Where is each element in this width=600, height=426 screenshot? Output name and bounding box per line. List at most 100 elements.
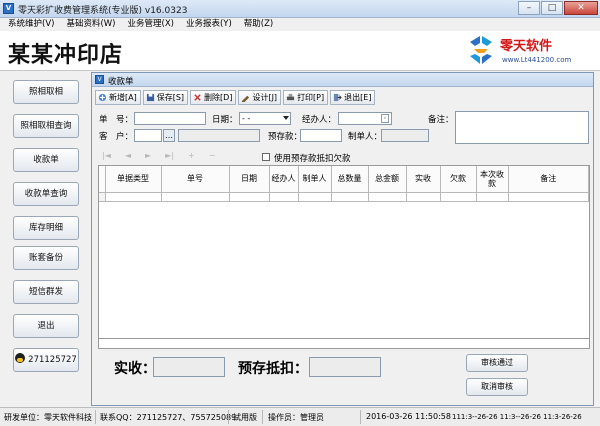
handler-label: 经办人： bbox=[302, 115, 337, 125]
form-toolbar: 新增[A] 保存[S] 删除[D] 设计[J] 打印[P] 退出[E] bbox=[95, 90, 376, 105]
col-current-payment[interactable]: 本次收款 bbox=[476, 166, 509, 193]
col-handler[interactable]: 经办人 bbox=[269, 166, 299, 193]
prepaid-field[interactable] bbox=[300, 129, 342, 142]
sidebar-photo-pickup[interactable]: 照相取相 bbox=[13, 80, 79, 104]
sidebar-photo-pickup-query[interactable]: 照相取相查询 bbox=[13, 114, 79, 138]
design-label: 设计[J] bbox=[252, 93, 278, 102]
delete-button[interactable]: 删除[D] bbox=[190, 90, 237, 105]
status-divider bbox=[360, 410, 361, 424]
status-divider bbox=[228, 410, 229, 424]
sidebar-inventory[interactable]: 库存明细 bbox=[13, 216, 79, 240]
delete-label: 删除[D] bbox=[204, 93, 233, 102]
app-icon: V bbox=[3, 3, 14, 14]
menu-reports[interactable]: 业务报表(Y) bbox=[186, 18, 232, 31]
detail-table: 单据类型 单号 日期 经办人 制单人 总数量 总金额 实收 欠款 本次收款 备注 bbox=[99, 166, 589, 202]
exit-form-button[interactable]: 退出[E] bbox=[330, 90, 376, 105]
col-total-qty[interactable]: 总数量 bbox=[331, 166, 369, 193]
sidebar-backup[interactable]: 账套备份 bbox=[13, 246, 79, 270]
chevron-down-icon bbox=[283, 116, 289, 120]
cell[interactable] bbox=[229, 192, 270, 202]
approve-button[interactable]: 审核通过 bbox=[466, 354, 528, 372]
use-prepaid-label: 使用预存款抵扣欠款 bbox=[274, 154, 351, 164]
cell[interactable] bbox=[368, 192, 407, 202]
cell[interactable] bbox=[298, 192, 332, 202]
menu-help[interactable]: 帮助(Z) bbox=[244, 18, 273, 31]
cancel-approve-button[interactable]: 取消审核 bbox=[466, 378, 528, 396]
col-creator[interactable]: 制单人 bbox=[298, 166, 332, 193]
status-developer: 研发单位：零天软件科技 bbox=[4, 413, 92, 422]
order-no-input[interactable] bbox=[134, 112, 206, 125]
delete-icon bbox=[194, 94, 201, 101]
form-icon: V bbox=[95, 75, 104, 84]
nav-first-button[interactable]: |◄ bbox=[102, 151, 111, 163]
customer-lookup-button[interactable]: … bbox=[163, 129, 175, 142]
design-button[interactable]: 设计[J] bbox=[238, 90, 282, 105]
detail-grid: 单据类型 单号 日期 经办人 制单人 总数量 总金额 实收 欠款 本次收款 备注 bbox=[98, 165, 590, 349]
table-row[interactable] bbox=[99, 192, 589, 202]
nav-add-button[interactable]: + bbox=[188, 151, 195, 163]
status-bar: 研发单位：零天软件科技 联系QQ：271125727、755725089 试用版… bbox=[0, 407, 600, 426]
cell[interactable] bbox=[161, 192, 230, 202]
order-no-label: 单 号： bbox=[99, 115, 134, 125]
nav-last-button[interactable]: ►| bbox=[165, 151, 174, 163]
col-total-amount[interactable]: 总金额 bbox=[368, 166, 407, 193]
new-button[interactable]: 新增[A] bbox=[95, 90, 141, 105]
prepaid-deduct-field bbox=[309, 357, 381, 377]
sidebar-sms[interactable]: 短信群发 bbox=[13, 280, 79, 304]
close-button[interactable]: ✕ bbox=[564, 1, 598, 15]
sidebar-receipt[interactable]: 收款单 bbox=[13, 148, 79, 172]
nav-prev-button[interactable]: ◄ bbox=[125, 151, 131, 163]
design-icon bbox=[242, 95, 250, 102]
minimize-button[interactable]: – bbox=[518, 1, 540, 15]
col-owed[interactable]: 欠款 bbox=[440, 166, 477, 193]
menu-basic-data[interactable]: 基础资料(W) bbox=[66, 18, 115, 31]
remark-label: 备注： bbox=[428, 115, 454, 125]
menu-system[interactable]: 系统维护(V) bbox=[8, 18, 54, 31]
logo-url: www.Lt441200.com bbox=[502, 56, 572, 64]
sidebar-qq-contact[interactable]: 271125727 bbox=[13, 348, 79, 372]
col-remark[interactable]: 备注 bbox=[508, 166, 589, 193]
nav-delete-button[interactable]: − bbox=[209, 151, 216, 163]
handler-select[interactable]: ◦ bbox=[338, 112, 392, 125]
new-icon bbox=[98, 93, 107, 102]
form-title: 收款单 bbox=[108, 77, 134, 87]
menu-bar: 系统维护(V) 基础资料(W) 业务管理(X) 业务报表(Y) 帮助(Z) bbox=[0, 18, 600, 31]
cell[interactable] bbox=[508, 192, 589, 202]
company-logo: 零天软件 www.Lt441200.com bbox=[466, 34, 594, 68]
status-divider bbox=[262, 410, 263, 424]
exit-icon bbox=[334, 93, 342, 102]
table-header-row: 单据类型 单号 日期 经办人 制单人 总数量 总金额 实收 欠款 本次收款 备注 bbox=[99, 166, 589, 193]
form-title-bar: V 收款单 bbox=[92, 73, 593, 87]
status-datetime: 2016-03-26 11:50:58 bbox=[366, 412, 451, 421]
col-doc-type[interactable]: 单据类型 bbox=[105, 166, 162, 193]
status-divider bbox=[95, 410, 96, 424]
sidebar-receipt-query[interactable]: 收款单查询 bbox=[13, 182, 79, 206]
receipt-form-window: V 收款单 新增[A] 保存[S] 删除[D] 设计[J] 打印[P] 退出[E… bbox=[91, 72, 594, 406]
exit-form-label: 退出[E] bbox=[344, 93, 372, 102]
save-button[interactable]: 保存[S] bbox=[142, 90, 189, 105]
print-label: 打印[P] bbox=[297, 93, 325, 102]
cell[interactable] bbox=[105, 192, 162, 202]
cell[interactable] bbox=[406, 192, 441, 202]
print-button[interactable]: 打印[P] bbox=[283, 90, 329, 105]
col-received[interactable]: 实收 bbox=[406, 166, 441, 193]
customer-code-input[interactable] bbox=[134, 129, 162, 142]
maximize-button[interactable]: □ bbox=[541, 1, 563, 15]
cell[interactable] bbox=[269, 192, 299, 202]
date-picker[interactable]: - - bbox=[239, 112, 291, 125]
new-label: 新增[A] bbox=[109, 93, 137, 102]
menu-business[interactable]: 业务管理(X) bbox=[128, 18, 174, 31]
creator-label: 制单人： bbox=[348, 132, 383, 142]
nav-next-button[interactable]: ► bbox=[145, 151, 151, 163]
sidebar-exit[interactable]: 退出 bbox=[13, 314, 79, 338]
cell[interactable] bbox=[331, 192, 369, 202]
use-prepaid-checkbox[interactable] bbox=[262, 153, 270, 161]
print-icon bbox=[286, 93, 295, 101]
remark-input[interactable] bbox=[455, 111, 589, 144]
cell[interactable] bbox=[440, 192, 477, 202]
col-doc-no[interactable]: 单号 bbox=[161, 166, 230, 193]
grid-summary-row bbox=[99, 338, 589, 348]
shop-name: 某某冲印店 bbox=[8, 42, 124, 68]
cell[interactable] bbox=[476, 192, 509, 202]
col-date[interactable]: 日期 bbox=[229, 166, 270, 193]
